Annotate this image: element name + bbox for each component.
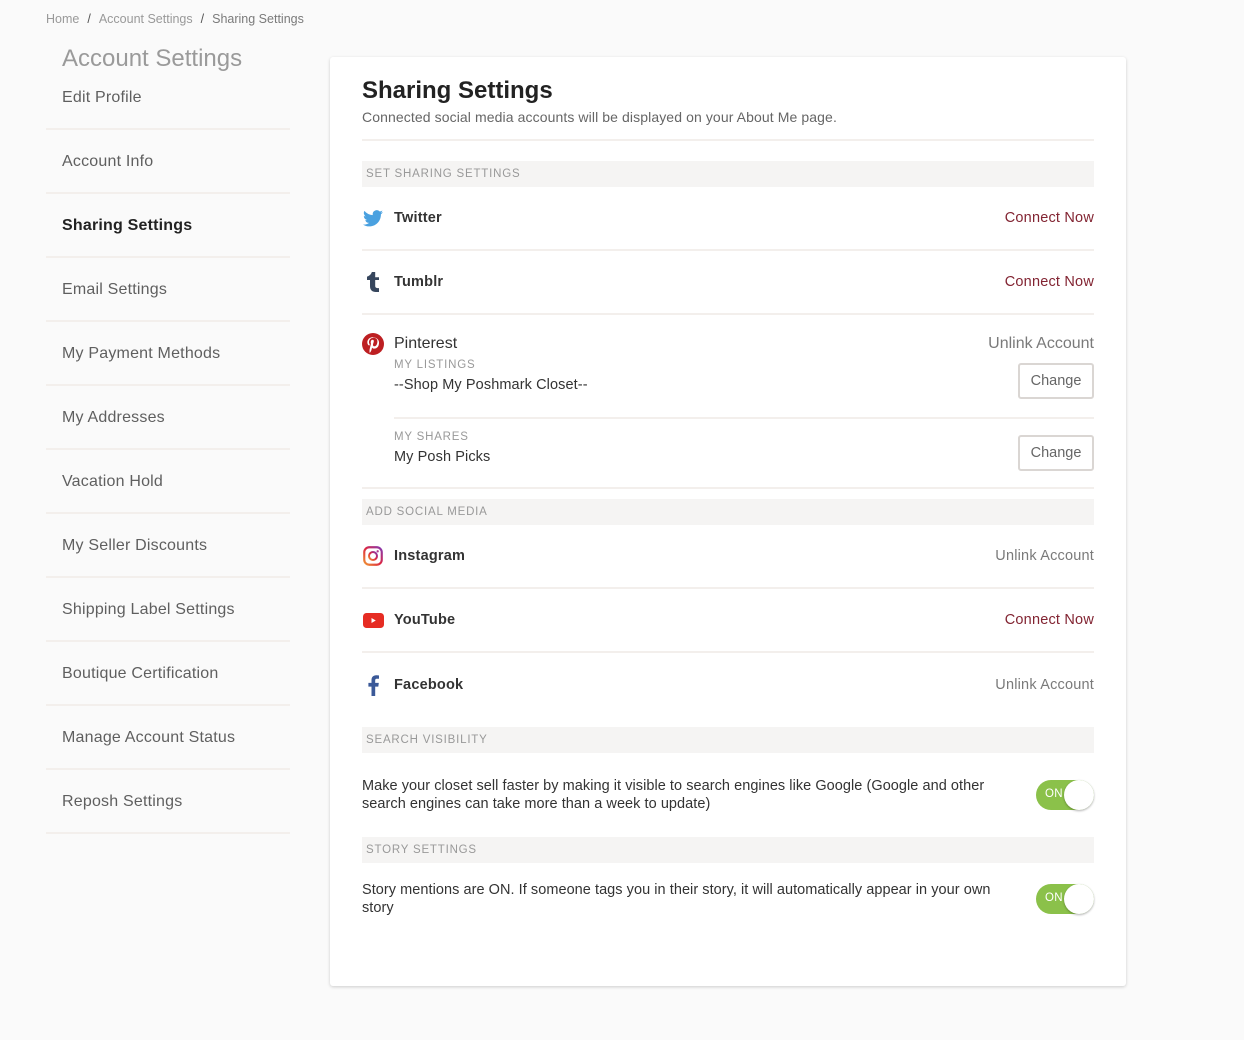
youtube-connect-link[interactable]: Connect Now	[1005, 612, 1094, 628]
sidebar-item-email-settings[interactable]: Email Settings	[46, 258, 290, 322]
sidebar-item-seller-discounts[interactable]: My Seller Discounts	[46, 514, 290, 578]
sidebar-item-vacation-hold[interactable]: Vacation Hold	[46, 450, 290, 514]
my-listings-group: MY LISTINGS --Shop My Poshmark Closet--	[394, 359, 1094, 393]
sharing-settings-card: Sharing Settings Connected social media …	[330, 57, 1126, 986]
social-row-tumblr: Tumblr Connect Now	[362, 251, 1094, 315]
twitter-icon	[362, 207, 384, 229]
my-listings-value: --Shop My Poshmark Closet--	[394, 377, 588, 393]
sidebar-item-manage-account-status[interactable]: Manage Account Status	[46, 706, 290, 770]
divider	[362, 139, 1094, 141]
page-title: Sharing Settings	[362, 77, 553, 104]
divider	[394, 417, 1094, 419]
section-heading-set-sharing: SET SHARING SETTINGS	[362, 161, 1094, 187]
social-row-youtube: YouTube Connect Now	[362, 589, 1094, 653]
toggle-label: ON	[1045, 892, 1063, 904]
social-row-twitter: Twitter Connect Now	[362, 187, 1094, 251]
social-name: Instagram	[394, 548, 466, 564]
social-row-facebook: Facebook Unlink Account	[362, 653, 1094, 717]
toggle-knob	[1064, 780, 1094, 810]
youtube-icon	[362, 609, 384, 631]
breadcrumb-home[interactable]: Home	[46, 12, 79, 26]
section-heading-add-social: ADD SOCIAL MEDIA	[362, 499, 1094, 525]
section-heading-story-settings: STORY SETTINGS	[362, 837, 1094, 863]
tumblr-icon	[362, 271, 384, 293]
sidebar-item-sharing-settings[interactable]: Sharing Settings	[46, 194, 290, 258]
instagram-icon	[362, 545, 384, 567]
social-row-pinterest: Pinterest Unlink Account MY LISTINGS --S…	[362, 315, 1094, 489]
sidebar-item-payment-methods[interactable]: My Payment Methods	[46, 322, 290, 386]
sidebar-item-reposh-settings[interactable]: Reposh Settings	[46, 770, 290, 834]
sidebar: Account Settings Edit Profile Account In…	[46, 40, 290, 834]
breadcrumb-separator: /	[87, 12, 91, 26]
breadcrumb-separator: /	[200, 12, 205, 26]
social-name: Tumblr	[394, 274, 444, 290]
section-heading-search-visibility: SEARCH VISIBILITY	[362, 727, 1094, 753]
story-settings-text: Story mentions are ON. If someone tags y…	[362, 882, 991, 916]
search-visibility-toggle[interactable]: ON	[1036, 780, 1094, 810]
facebook-icon	[362, 674, 384, 696]
sidebar-item-shipping-label-settings[interactable]: Shipping Label Settings	[46, 578, 290, 642]
tumblr-connect-link[interactable]: Connect Now	[1005, 274, 1094, 290]
story-settings-row: Story mentions are ON. If someone tags y…	[362, 863, 1094, 935]
social-row-instagram: Instagram Unlink Account	[362, 525, 1094, 589]
sidebar-item-account-info[interactable]: Account Info	[46, 130, 290, 194]
toggle-knob	[1064, 884, 1094, 914]
my-listings-label: MY LISTINGS	[394, 359, 476, 371]
breadcrumb-account-settings[interactable]: Account Settings	[99, 12, 193, 26]
sidebar-item-edit-profile[interactable]: Edit Profile	[46, 78, 290, 130]
sidebar-item-boutique-certification[interactable]: Boutique Certification	[46, 642, 290, 706]
story-mentions-toggle[interactable]: ON	[1036, 884, 1094, 914]
search-visibility-text: Make your closet sell faster by making i…	[362, 778, 985, 812]
pinterest-unlink-link[interactable]: Unlink Account	[988, 335, 1094, 353]
breadcrumb: Home / Account Settings / Sharing Settin…	[46, 12, 304, 26]
facebook-unlink-link[interactable]: Unlink Account	[995, 677, 1094, 693]
social-name: YouTube	[394, 612, 456, 628]
social-name: Facebook	[394, 677, 464, 693]
toggle-label: ON	[1045, 788, 1063, 800]
change-listings-button[interactable]: Change	[1018, 363, 1094, 399]
sidebar-title: Account Settings	[62, 45, 243, 72]
social-name: Twitter	[394, 210, 442, 226]
my-shares-value: My Posh Picks	[394, 449, 491, 465]
instagram-unlink-link[interactable]: Unlink Account	[995, 548, 1094, 564]
social-name: Pinterest	[394, 335, 458, 352]
pinterest-icon	[362, 333, 384, 355]
my-shares-group: MY SHARES My Posh Picks	[394, 431, 1094, 465]
sidebar-item-addresses[interactable]: My Addresses	[46, 386, 290, 450]
my-shares-label: MY SHARES	[394, 431, 469, 443]
change-shares-button[interactable]: Change	[1018, 435, 1094, 471]
search-visibility-row: Make your closet sell faster by making i…	[362, 753, 1094, 837]
twitter-connect-link[interactable]: Connect Now	[1005, 210, 1094, 226]
page-subtitle: Connected social media accounts will be …	[362, 109, 837, 125]
breadcrumb-current: Sharing Settings	[212, 12, 304, 26]
